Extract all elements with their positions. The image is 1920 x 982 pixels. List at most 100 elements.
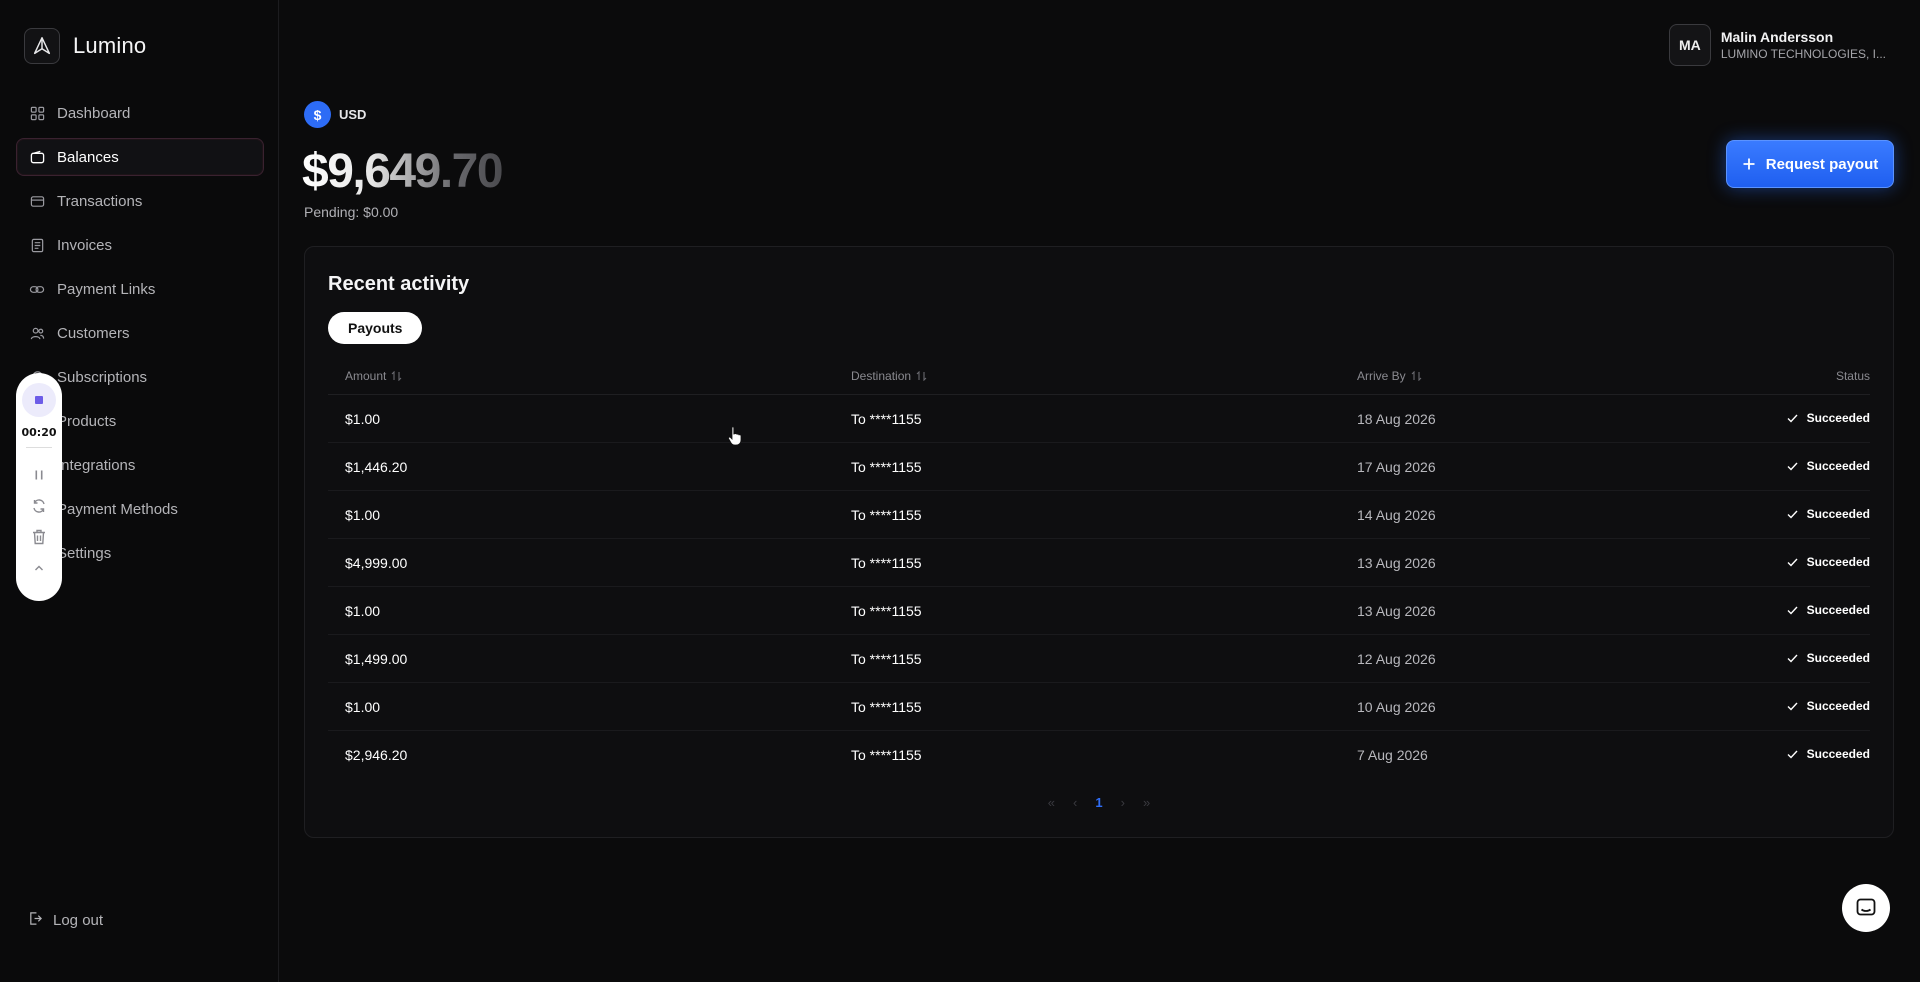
arrive-by-cell: 17 Aug 2026 — [1357, 459, 1436, 475]
sidebar-item-customers[interactable]: Customers — [16, 314, 264, 352]
destination-cell: To ****1155 — [851, 603, 922, 619]
sidebar-item-balances[interactable]: Balances — [16, 138, 264, 176]
status-label: Succeeded — [1806, 459, 1870, 473]
column-arrive-by[interactable]: Arrive By — [1357, 369, 1422, 383]
chat-support-button[interactable] — [1842, 884, 1890, 932]
stop-recording-button[interactable] — [22, 383, 56, 417]
chat-icon — [1856, 898, 1876, 916]
pagination: « ‹ 1 › » — [305, 795, 1893, 810]
column-destination[interactable]: Destination — [851, 369, 927, 383]
check-icon — [1787, 558, 1798, 567]
status-badge: Succeeded — [1787, 651, 1870, 665]
sidebar-item-label: Invoices — [57, 236, 113, 254]
sidebar-item-label: Dashboard — [57, 104, 131, 122]
sort-icon — [1411, 371, 1422, 381]
table-row[interactable]: $4,999.00 To ****1155 13 Aug 2026 Succee… — [328, 539, 1870, 587]
sidebar-item-dashboard[interactable]: Dashboard — [16, 94, 264, 132]
next-page-button[interactable]: › — [1121, 795, 1125, 810]
pointer-cursor-icon — [727, 426, 743, 451]
user-profile[interactable]: MA Malin Andersson LUMINO TECHNOLOGIES, … — [1668, 24, 1886, 66]
logout-icon — [28, 911, 43, 930]
main-content: MA Malin Andersson LUMINO TECHNOLOGIES, … — [280, 0, 1920, 982]
column-label: Status — [1835, 369, 1870, 383]
table-row[interactable]: $2,946.20 To ****1155 7 Aug 2026 Succeed… — [328, 731, 1870, 779]
dollar-icon: $ — [304, 101, 331, 128]
amount-cell: $1,499.00 — [345, 651, 408, 667]
check-icon — [1787, 654, 1798, 663]
status-badge: Succeeded — [1787, 747, 1870, 761]
users-icon — [29, 325, 45, 341]
check-icon — [1787, 462, 1798, 471]
logo[interactable]: Lumino — [24, 28, 146, 64]
app-name: Lumino — [73, 33, 147, 58]
grid-icon — [29, 105, 45, 121]
destination-cell: To ****1155 — [851, 411, 922, 427]
destination-cell: To ****1155 — [851, 651, 922, 667]
table-row[interactable]: $1.00 To ****1155 14 Aug 2026 Succeeded — [328, 491, 1870, 539]
pause-icon — [35, 470, 43, 480]
sort-icon — [391, 371, 402, 381]
delete-button[interactable] — [29, 527, 49, 547]
status-label: Succeeded — [1806, 603, 1870, 617]
wallet-icon — [29, 149, 45, 165]
last-page-button[interactable]: » — [1143, 795, 1150, 810]
arrive-by-cell: 7 Aug 2026 — [1357, 747, 1428, 763]
logo-icon — [24, 28, 60, 64]
table-row[interactable]: $1.00 To ****1155 18 Aug 2026 Succeeded — [328, 395, 1870, 443]
chevron-up-icon — [35, 565, 43, 571]
screen-recorder-widget: 00:20 — [16, 373, 62, 601]
user-org: LUMINO TECHNOLOGIES, I... — [1720, 47, 1886, 61]
pause-button[interactable] — [29, 465, 49, 485]
status-badge: Succeeded — [1787, 507, 1870, 521]
column-label: Arrive By — [1357, 369, 1406, 383]
plus-icon — [1743, 158, 1755, 170]
table-row[interactable]: $1.00 To ****1155 10 Aug 2026 Succeeded — [328, 683, 1870, 731]
destination-cell: To ****1155 — [851, 555, 922, 571]
currency-label: USD — [339, 107, 367, 122]
request-payout-button[interactable]: Request payout — [1726, 140, 1894, 188]
table-row[interactable]: $1,446.20 To ****1155 17 Aug 2026 Succee… — [328, 443, 1870, 491]
amount-cell: $1.00 — [345, 603, 381, 619]
restart-button[interactable] — [29, 496, 49, 516]
currency-selector[interactable]: $ USD — [304, 101, 366, 128]
stop-icon — [35, 396, 43, 404]
tab-payouts[interactable]: Payouts — [328, 312, 423, 344]
amount-cell: $1.00 — [345, 411, 381, 427]
page-number-current[interactable]: 1 — [1095, 795, 1102, 810]
check-icon — [1787, 510, 1798, 519]
logout-button[interactable]: Log out — [28, 911, 103, 930]
recent-activity-card: Recent activity Payouts Amount Destinati… — [304, 246, 1894, 838]
destination-cell: To ****1155 — [851, 699, 922, 715]
divider — [26, 447, 52, 448]
status-label: Succeeded — [1806, 699, 1870, 713]
amount-cell: $1.00 — [345, 699, 381, 715]
sidebar-item-payment-links[interactable]: Payment Links — [16, 270, 264, 308]
sidebar-item-label: Settings — [57, 544, 112, 562]
sidebar-item-transactions[interactable]: Transactions — [16, 182, 264, 220]
status-badge: Succeeded — [1787, 699, 1870, 713]
transactions-icon — [29, 193, 45, 209]
pending-amount: Pending: $0.00 — [304, 204, 399, 220]
first-page-button[interactable]: « — [1048, 795, 1055, 810]
column-label: Amount — [345, 369, 387, 383]
column-label: Destination — [851, 369, 912, 383]
sidebar-item-invoices[interactable]: Invoices — [16, 226, 264, 264]
logout-label: Log out — [53, 912, 104, 929]
card-title: Recent activity — [328, 273, 470, 295]
collapse-button[interactable] — [29, 558, 49, 578]
column-status: Status — [1836, 369, 1870, 383]
recording-timer: 00:20 — [21, 426, 57, 439]
amount-cell: $2,946.20 — [345, 747, 408, 763]
arrive-by-cell: 13 Aug 2026 — [1357, 603, 1436, 619]
sidebar-item-label: Payment Links — [57, 280, 156, 298]
check-icon — [1787, 750, 1798, 759]
sort-icon — [916, 371, 927, 381]
destination-cell: To ****1155 — [851, 507, 922, 523]
sidebar-item-label: Integrations — [57, 456, 136, 474]
table-header: Amount Destination Arrive By Status — [328, 359, 1870, 395]
table-row[interactable]: $1,499.00 To ****1155 12 Aug 2026 Succee… — [328, 635, 1870, 683]
prev-page-button[interactable]: ‹ — [1073, 795, 1077, 810]
request-payout-label: Request payout — [1765, 155, 1879, 173]
table-row[interactable]: $1.00 To ****1155 13 Aug 2026 Succeeded — [328, 587, 1870, 635]
column-amount[interactable]: Amount — [345, 369, 402, 383]
